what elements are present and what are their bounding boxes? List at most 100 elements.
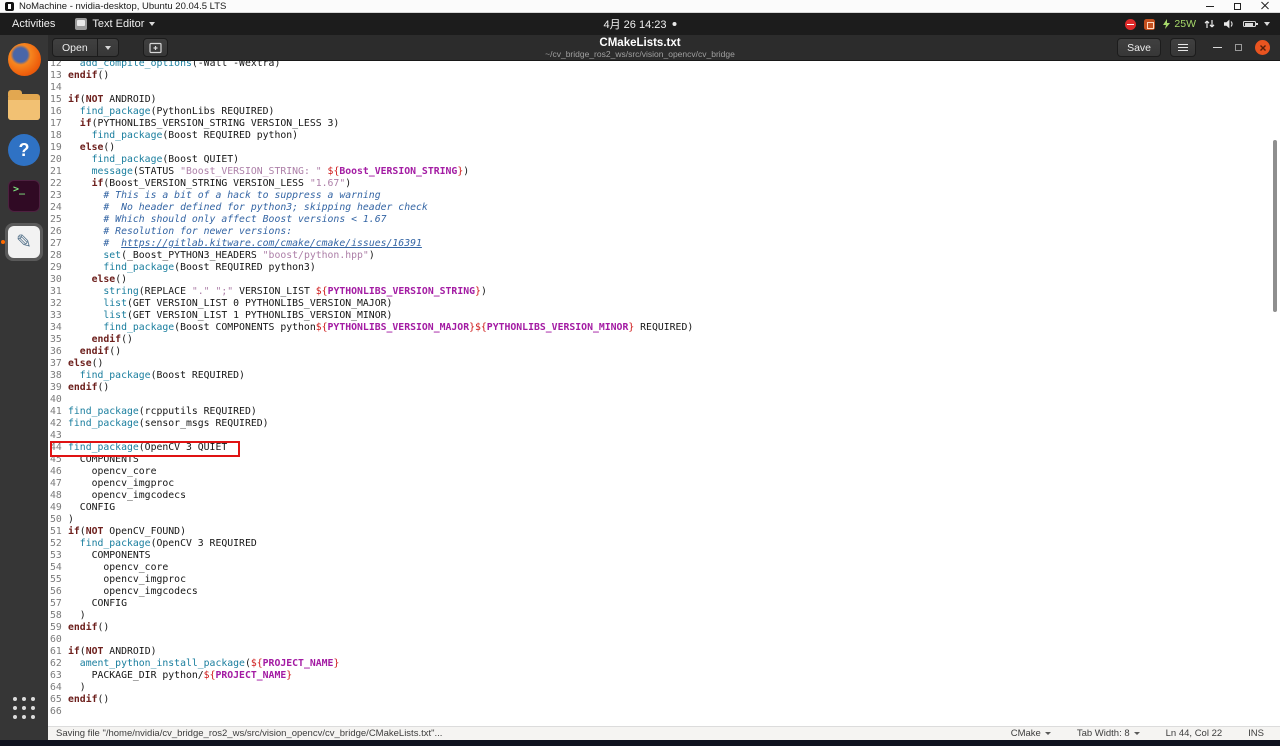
code-line-text: if(NOT ANDROID) bbox=[68, 94, 157, 105]
code-line: 41 find_package(rcpputils REQUIRED) bbox=[48, 406, 1280, 418]
code-line: 32 list(GET VERSION_LIST 0 PYTHONLIBS_VE… bbox=[48, 298, 1280, 310]
code-line-text: COMPONENTS bbox=[68, 550, 151, 561]
line-number: 29 bbox=[50, 262, 62, 273]
notification-dot-icon bbox=[672, 22, 677, 26]
code-line: 42 find_package(sensor_msgs REQUIRED) bbox=[48, 418, 1280, 430]
dock-item-files[interactable] bbox=[5, 86, 43, 124]
code-line: 39 endif() bbox=[48, 382, 1280, 394]
cursor-position-label[interactable]: Ln 44, Col 22 bbox=[1166, 728, 1223, 739]
code-line-text: endif() bbox=[68, 382, 110, 393]
text-editor-area[interactable]: 12 add_compile_options(-Wall -Wextra) 13 e… bbox=[48, 61, 1280, 726]
window-minimize-icon[interactable] bbox=[1213, 47, 1222, 48]
line-number: 28 bbox=[50, 250, 62, 261]
line-number: 53 bbox=[50, 550, 62, 561]
line-number: 40 bbox=[50, 394, 62, 405]
code-line-text: if(Boost_VERSION_STRING VERSION_LESS "1.… bbox=[91, 178, 352, 189]
code-line: 24 # No header defined for python3; skip… bbox=[48, 202, 1280, 214]
code-line-text: find_package(Boost QUIET) bbox=[91, 154, 240, 165]
line-number: 54 bbox=[50, 562, 62, 573]
line-number: 39 bbox=[50, 382, 62, 393]
save-button[interactable]: Save bbox=[1117, 38, 1161, 57]
gnome-top-bar: Activities Text Editor 4月 26 14:23 25W bbox=[0, 13, 1280, 35]
code-line: 64 ) bbox=[48, 682, 1280, 694]
code-line: 12 add_compile_options(-Wall -Wextra) bbox=[48, 61, 1280, 70]
line-number: 48 bbox=[50, 490, 62, 501]
host-maximize-icon[interactable] bbox=[1234, 2, 1241, 10]
line-number: 15 bbox=[50, 94, 62, 105]
dock-item-terminal[interactable]: >_ bbox=[5, 177, 43, 215]
files-folder-icon bbox=[8, 90, 40, 120]
chevron-down-icon bbox=[149, 22, 156, 26]
dock-item-firefox[interactable] bbox=[5, 40, 43, 78]
code-line: 17 if(PYTHONLIBS_VERSION_STRING VERSION_… bbox=[48, 118, 1280, 130]
code-line: 51 if(NOT OpenCV_FOUND) bbox=[48, 526, 1280, 538]
line-number: 66 bbox=[50, 706, 62, 717]
code-line: 54 opencv_core bbox=[48, 562, 1280, 574]
screen-share-indicator-icon bbox=[1125, 18, 1137, 30]
code-line: 26 # Resolution for newer versions: bbox=[48, 226, 1280, 238]
code-line-text: endif() bbox=[68, 622, 110, 633]
line-number: 50 bbox=[50, 514, 62, 525]
line-number: 34 bbox=[50, 322, 62, 333]
line-number: 31 bbox=[50, 286, 62, 297]
menu-button[interactable] bbox=[1170, 38, 1196, 57]
line-number: 33 bbox=[50, 310, 62, 321]
code-line-text: if(NOT ANDROID) bbox=[68, 646, 157, 657]
window-close-button[interactable] bbox=[1255, 40, 1270, 55]
code-line: 60 bbox=[48, 634, 1280, 646]
code-line: 58 ) bbox=[48, 610, 1280, 622]
power-watts-label: 25W bbox=[1174, 18, 1196, 30]
code-line: 16 find_package(PythonLibs REQUIRED) bbox=[48, 106, 1280, 118]
line-number: 63 bbox=[50, 670, 62, 681]
code-line: 62 ament_python_install_package(${PROJEC… bbox=[48, 658, 1280, 670]
code-line: 27 # https://gitlab.kitware.com/cmake/cm… bbox=[48, 238, 1280, 250]
language-label: CMake bbox=[1010, 728, 1041, 739]
language-selector[interactable]: CMake bbox=[1011, 728, 1051, 739]
line-number: 41 bbox=[50, 406, 62, 417]
vertical-scrollbar-thumb[interactable] bbox=[1273, 140, 1277, 312]
code-line: 52 find_package(OpenCV 3 REQUIRED bbox=[48, 538, 1280, 550]
activities-button[interactable]: Activities bbox=[0, 13, 67, 35]
clock-button[interactable]: 4月 26 14:23 bbox=[604, 13, 677, 35]
gedit-status-bar: Saving file "/home/nvidia/cv_bridge_ros2… bbox=[0, 726, 1280, 740]
code-line: 25 # Which should only affect Boost vers… bbox=[48, 214, 1280, 226]
code-line: 63 PACKAGE_DIR python/${PROJECT_NAME} bbox=[48, 670, 1280, 682]
code-line: 59 endif() bbox=[48, 622, 1280, 634]
host-minimize-icon[interactable] bbox=[1206, 5, 1214, 7]
text-editor-app-icon bbox=[75, 18, 88, 30]
code-line-text: opencv_imgcodecs bbox=[68, 490, 186, 501]
open-button[interactable]: Open bbox=[52, 38, 119, 57]
code-line-text: endif() bbox=[79, 346, 122, 357]
window-restore-icon[interactable] bbox=[1235, 44, 1242, 51]
code-line-text: find_package(Boost REQUIRED python) bbox=[91, 130, 299, 141]
show-applications-button[interactable] bbox=[11, 695, 37, 721]
code-line: 38 find_package(Boost REQUIRED) bbox=[48, 370, 1280, 382]
code-line-text: if(PYTHONLIBS_VERSION_STRING VERSION_LES… bbox=[79, 118, 340, 129]
line-number: 21 bbox=[50, 166, 62, 177]
insert-mode-label: INS bbox=[1248, 728, 1264, 739]
code-line-text: CONFIG bbox=[68, 598, 127, 609]
chevron-down-icon bbox=[1044, 732, 1051, 735]
close-icon bbox=[1259, 44, 1266, 51]
system-tray-button[interactable]: 25W bbox=[1119, 13, 1276, 35]
code-line: 28 set(_Boost_PYTHON3_HEADERS "boost/pyt… bbox=[48, 250, 1280, 262]
code-line-text: list(GET VERSION_LIST 0 PYTHONLIBS_VERSI… bbox=[103, 298, 393, 309]
code-line: 13 endif() bbox=[48, 70, 1280, 82]
code-line-text: message(STATUS "Boost_VERSION_STRING: " … bbox=[91, 166, 470, 177]
dock-item-help[interactable]: ? bbox=[5, 131, 43, 169]
host-close-icon[interactable] bbox=[1261, 2, 1269, 10]
code-line-text: find_package(Boost REQUIRED python3) bbox=[103, 262, 316, 273]
line-number: 52 bbox=[50, 538, 62, 549]
new-document-button[interactable] bbox=[142, 38, 168, 57]
app-menu-label: Text Editor bbox=[92, 18, 145, 30]
line-number: 57 bbox=[50, 598, 62, 609]
app-menu-button[interactable]: Text Editor bbox=[67, 13, 163, 35]
line-number: 25 bbox=[50, 214, 62, 225]
code-line: 48 opencv_imgcodecs bbox=[48, 490, 1280, 502]
line-number: 38 bbox=[50, 370, 62, 381]
code-line-text: ) bbox=[68, 682, 86, 693]
tab-width-selector[interactable]: Tab Width: 8 bbox=[1077, 728, 1140, 739]
code-line-text: PACKAGE_DIR python/${PROJECT_NAME} bbox=[68, 670, 293, 681]
dock-item-text-editor[interactable]: ✎ bbox=[1, 223, 43, 261]
help-icon: ? bbox=[8, 134, 40, 166]
